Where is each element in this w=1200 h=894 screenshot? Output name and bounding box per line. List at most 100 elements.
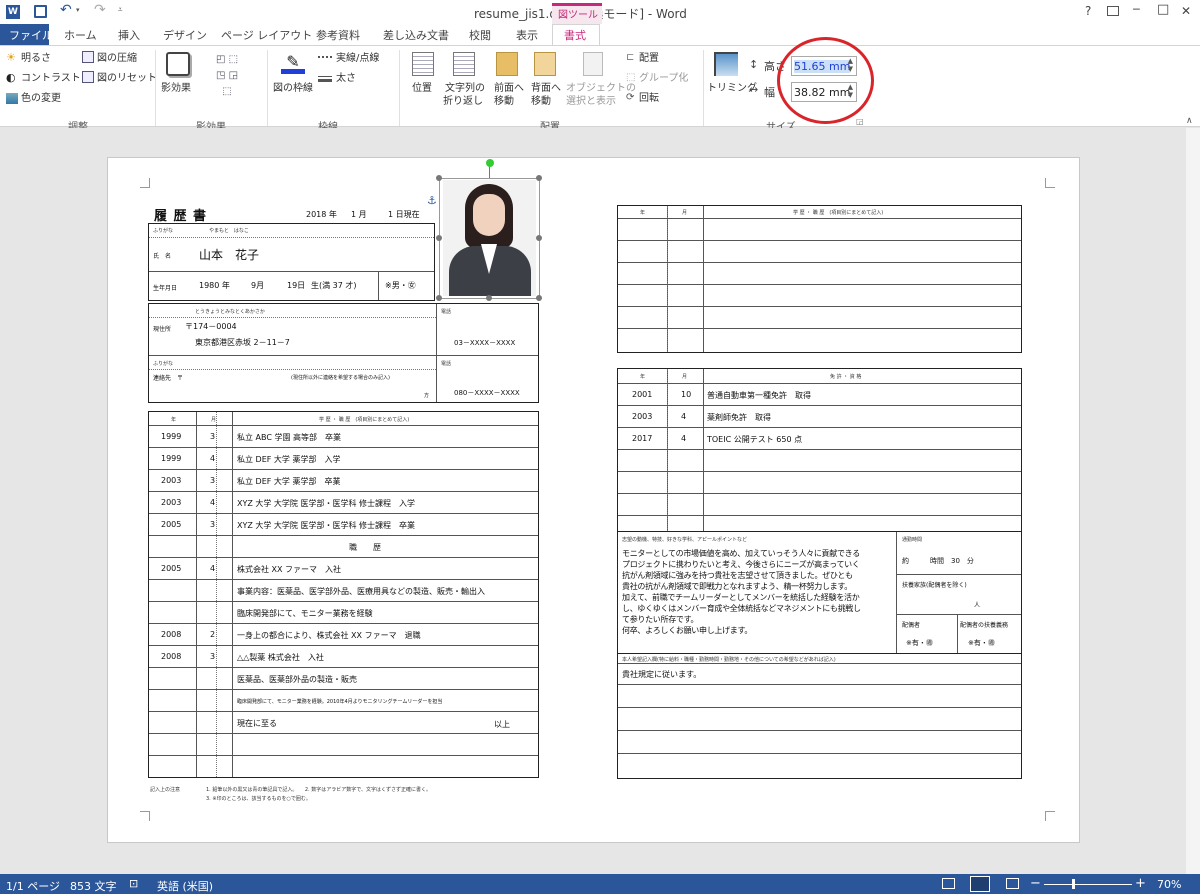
row-line: [618, 449, 1021, 450]
zoom-slider-thumb[interactable]: [1072, 879, 1075, 889]
bring-forward-icon[interactable]: [496, 52, 518, 76]
picture-border-button[interactable]: 図の枠線: [273, 82, 313, 95]
weight-icon: [318, 76, 332, 82]
bring-forward-line1[interactable]: 前面へ: [494, 82, 524, 95]
zoom-out-button[interactable]: −: [1030, 876, 1041, 891]
wrap-text-line2[interactable]: 折り返し: [443, 95, 483, 108]
maximize-button[interactable]: □: [1157, 2, 1169, 17]
page-count[interactable]: 1/1 ページ: [6, 878, 60, 894]
zoom-level[interactable]: 70%: [1157, 878, 1181, 891]
tab-review[interactable]: 校閲: [469, 27, 491, 43]
title-bar: W ↶ ▾ ↷ ⩡ resume_jis1.doc [互換モード] - Word…: [0, 0, 1200, 24]
group-button[interactable]: グループ化: [639, 72, 688, 85]
align-button[interactable]: 配置: [639, 52, 659, 65]
brightness-button[interactable]: 明るさ: [21, 52, 51, 65]
help-button[interactable]: ?: [1085, 4, 1091, 18]
contrast-icon[interactable]: ◐: [6, 71, 16, 84]
gender-value: ※男・㊛: [385, 281, 416, 290]
picture-border-icon[interactable]: ✎: [281, 52, 305, 74]
tab-layout[interactable]: ページ レイアウト: [221, 27, 312, 43]
resize-handle[interactable]: [436, 235, 442, 241]
save-icon[interactable]: [34, 5, 47, 18]
resize-handle[interactable]: [536, 235, 542, 241]
dash-style-button[interactable]: 実線/点線: [336, 52, 379, 65]
ribbon-tabs: ファイル ホーム 挿入 デザイン ページ レイアウト 参考資料 差し込み文書 校…: [0, 24, 1200, 46]
document-page[interactable]: 履 歴 書 2018 年 1 月 1 日現在 ⚓ ふりがな やまもと はなこ 氏…: [107, 157, 1080, 843]
read-mode-icon[interactable]: [942, 878, 955, 889]
size-dialog-launcher-icon[interactable]: ◲: [856, 117, 864, 126]
reset-picture-icon[interactable]: [82, 71, 94, 83]
collapse-ribbon-icon[interactable]: ∧: [1186, 116, 1193, 126]
contact-note: (現住所以外に連絡を希望する場合のみ記入): [291, 375, 390, 381]
row-line: [618, 218, 1021, 219]
resize-handle[interactable]: [486, 295, 492, 301]
tab-file-label[interactable]: ファイル: [9, 27, 53, 43]
recolor-button[interactable]: 色の変更: [21, 92, 61, 105]
reset-picture-button[interactable]: 図のリセット: [97, 72, 157, 85]
contrast-button[interactable]: コントラスト: [21, 72, 81, 85]
undo-dropdown-icon[interactable]: ▾: [76, 6, 80, 14]
nudge-shadow-icon[interactable]: ◰ ⬚ ◳ ◲ ⬚: [205, 52, 249, 102]
tab-format-label[interactable]: 書式: [564, 27, 586, 43]
tab-view[interactable]: 表示: [516, 27, 538, 43]
crop-icon[interactable]: [714, 52, 738, 76]
send-backward-line1[interactable]: 背面へ: [531, 82, 561, 95]
proofing-icon[interactable]: ⊡: [129, 877, 138, 890]
row-line: [149, 491, 538, 492]
col-dotted-line: [216, 412, 217, 777]
language[interactable]: 英語 (米国): [157, 878, 213, 894]
tab-mailings[interactable]: 差し込み文書: [383, 27, 449, 43]
birth-year: 1980 年: [199, 281, 230, 290]
vertical-scrollbar[interactable]: [1186, 128, 1200, 874]
rotate-button[interactable]: 回転: [639, 92, 659, 105]
history-content: 私立 DEF 大学 薬学部 卒業: [237, 477, 341, 486]
contact-furigana-label: ふりがな: [153, 361, 174, 367]
selection-pane-line2[interactable]: 選択と表示: [566, 95, 616, 108]
recolor-icon[interactable]: [6, 93, 18, 104]
ribbon-display-icon[interactable]: [1107, 6, 1119, 16]
position-icon[interactable]: [412, 52, 434, 76]
web-layout-icon[interactable]: [1006, 878, 1019, 889]
undo-icon[interactable]: ↶: [60, 2, 72, 18]
zoom-in-button[interactable]: +: [1135, 876, 1146, 891]
shadow-effects-button[interactable]: 影効果: [161, 82, 191, 95]
tab-home[interactable]: ホーム: [64, 27, 97, 43]
word-count[interactable]: 853 文字: [70, 878, 117, 894]
resize-handle[interactable]: [536, 295, 542, 301]
shadow-effects-icon[interactable]: [166, 52, 190, 76]
compress-button[interactable]: 図の圧縮: [97, 52, 137, 65]
zoom-slider-track[interactable]: [1044, 884, 1132, 885]
redo-icon[interactable]: ↷: [94, 2, 106, 18]
wrap-text-icon[interactable]: [453, 52, 475, 76]
rotate-handle[interactable]: [486, 159, 494, 167]
word-logo-icon[interactable]: W: [6, 5, 20, 19]
tab-design[interactable]: デザイン: [163, 27, 207, 43]
selection-frame: [439, 178, 540, 299]
row-line: [149, 645, 538, 646]
tel2-label: 電話: [441, 361, 452, 367]
brightness-icon[interactable]: ☀: [6, 51, 16, 64]
print-layout-icon[interactable]: [970, 876, 990, 892]
customize-qat-icon[interactable]: ⩡: [118, 5, 123, 15]
license-month: 10: [681, 390, 692, 399]
send-backward-icon[interactable]: [534, 52, 556, 76]
selection-pane-icon[interactable]: [583, 52, 603, 76]
weight-button[interactable]: 太さ: [336, 72, 356, 85]
resize-handle[interactable]: [436, 175, 442, 181]
rhist-header-content: 学 歴 ・ 職 歴 (項目別にまとめて記入): [793, 210, 884, 216]
minimize-button[interactable]: ─: [1133, 3, 1140, 16]
tab-insert[interactable]: 挿入: [118, 27, 140, 43]
history-table: 年 月 学 歴 ・ 職 歴 (項目別にまとめて記入) 1999 3 私立 ABC 学…: [148, 411, 539, 778]
resize-handle[interactable]: [436, 295, 442, 301]
wrap-text-line1[interactable]: 文字列の: [445, 82, 485, 95]
resize-handle[interactable]: [536, 175, 542, 181]
history-month: 3: [210, 652, 216, 661]
position-button[interactable]: 位置: [412, 82, 432, 95]
address-furigana: とうきょうとみなとくあかさか: [195, 309, 265, 315]
bring-forward-line2[interactable]: 移動: [494, 95, 514, 108]
close-button[interactable]: ✕: [1181, 4, 1191, 18]
compress-icon[interactable]: [82, 51, 94, 63]
send-backward-line2[interactable]: 移動: [531, 95, 551, 108]
anchor-icon: ⚓: [427, 194, 437, 207]
tab-references[interactable]: 参考資料: [316, 27, 360, 43]
